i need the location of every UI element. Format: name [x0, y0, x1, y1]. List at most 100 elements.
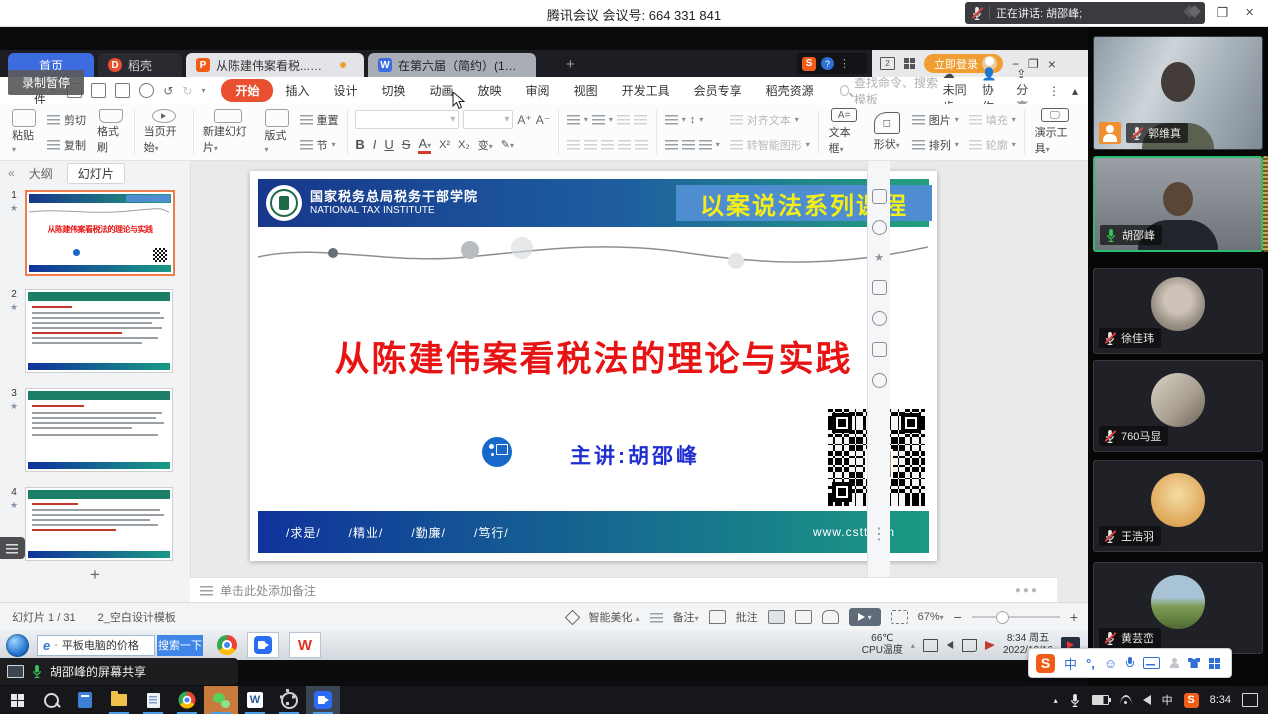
wifi-icon[interactable] [1120, 695, 1132, 706]
sogou-toolbar[interactable]: S 中 °, ☺ [1028, 648, 1232, 678]
underline-button[interactable]: U [384, 137, 393, 152]
more-menu-icon[interactable]: ⋮ [1048, 84, 1060, 98]
undo-icon[interactable]: ↺ [163, 84, 173, 98]
toolbox-icon[interactable] [1209, 658, 1220, 669]
align-left-icon[interactable] [567, 139, 580, 150]
align-text-button[interactable]: 对齐文本▾ [730, 112, 810, 128]
thumbnail[interactable] [25, 487, 173, 561]
merge-icon[interactable] [699, 139, 712, 150]
tab-docer[interactable]: D 稻壳 [98, 53, 182, 77]
print-icon[interactable] [115, 83, 130, 98]
paste-button[interactable]: 粘贴▾ [6, 108, 42, 156]
zoom-out-button[interactable]: − [954, 609, 962, 625]
menu-home[interactable]: 开始 [221, 79, 273, 102]
export-icon[interactable] [91, 83, 106, 98]
chrome-icon[interactable] [217, 635, 237, 655]
help-panel-icon[interactable] [872, 373, 887, 388]
strikethrough-button[interactable]: S [402, 137, 411, 152]
add-slide-button[interactable]: + [0, 565, 190, 585]
section-button[interactable]: 节▾ [300, 137, 339, 153]
tray-chevron-icon[interactable]: ▴ [1054, 696, 1058, 705]
action-flag-icon[interactable] [985, 641, 995, 650]
tray-mic-icon[interactable] [1069, 693, 1081, 708]
menu-review[interactable]: 审阅 [514, 79, 562, 102]
reading-view-button[interactable] [822, 610, 839, 624]
tab-outline[interactable]: 大纲 [29, 165, 53, 182]
notepad-button[interactable] [136, 686, 170, 714]
ime-indicator[interactable]: 中 [1162, 692, 1173, 708]
speaker-icon[interactable] [1143, 695, 1151, 705]
format-painter-button[interactable]: 格式刷 [91, 108, 131, 156]
splitter-dots[interactable]: ●●● [1015, 585, 1039, 596]
thumbnail[interactable] [25, 388, 173, 472]
properties-icon[interactable] [872, 189, 887, 204]
favorite-icon[interactable]: ★ [874, 251, 884, 264]
menu-member[interactable]: 会员专享 [682, 79, 754, 102]
distribute-icon[interactable] [635, 139, 648, 150]
participant-tile[interactable]: 徐佳玮 [1093, 268, 1263, 354]
sorter-view-button[interactable] [795, 610, 812, 624]
normal-view-button[interactable] [768, 610, 785, 624]
layout-button[interactable]: 版式▾ [259, 108, 295, 156]
sogou-logo-icon[interactable]: S [1036, 654, 1055, 673]
account-icon[interactable] [1169, 658, 1179, 668]
fit-window-icon[interactable] [891, 610, 908, 624]
arrange-button[interactable]: 排列▾ [912, 137, 959, 153]
meeting-taskbar-button[interactable] [306, 686, 340, 714]
italic-button[interactable]: I [373, 137, 377, 152]
volume-tray-icon[interactable] [947, 641, 953, 649]
address-search-box[interactable]: e - 平板电脑的价格 [37, 635, 155, 656]
highlight-button[interactable]: ✎▾ [501, 138, 514, 151]
fill-button[interactable]: 填充▾ [969, 112, 1016, 128]
collapse-panel-icon[interactable]: « [8, 166, 15, 180]
panel-icon[interactable] [872, 280, 887, 295]
picture-button[interactable]: 图片▾ [912, 112, 959, 128]
wechat-button[interactable] [204, 686, 238, 714]
tab-presentation[interactable]: P 从陈建伟案看税...论与实践(1) [186, 53, 364, 77]
grow-font-button[interactable]: A⁺ [517, 113, 531, 127]
menu-view[interactable]: 视图 [562, 79, 610, 102]
strip-more-icon[interactable]: ⋮ [871, 524, 887, 544]
voice-input-icon[interactable] [1126, 657, 1134, 669]
tray-expand-icon[interactable]: ▴ [911, 641, 915, 650]
start-button[interactable] [0, 686, 34, 714]
restore-window-button[interactable]: ❐ [1216, 4, 1228, 22]
meeting-sidebar-toggle[interactable] [0, 537, 25, 559]
slide-thumb-3[interactable]: 3★ [6, 388, 173, 472]
thumbnail[interactable]: 从陈建伟案看税法的理论与实践 [25, 190, 175, 276]
command-search[interactable]: 查找命令、搜索模板 [840, 74, 943, 108]
thumbnail[interactable] [25, 289, 173, 373]
input-mode-indicator[interactable]: 中 [1064, 654, 1077, 673]
font-family-select[interactable]: ▾ [355, 110, 459, 129]
participant-tile[interactable]: 胡邵峰 [1093, 156, 1263, 252]
keyboard-icon[interactable] [1143, 657, 1160, 669]
word-button[interactable]: W [238, 686, 272, 714]
slide-thumb-1[interactable]: 1★ 从陈建伟案看税法的理论与实践 [6, 190, 175, 276]
workspace-grid-icon[interactable] [904, 58, 915, 69]
edit-area[interactable]: 国家税务总局税务干部学院 NATIONAL TAX INSTITUTE 以案说法… [190, 161, 1057, 577]
skin-icon[interactable] [1188, 658, 1200, 668]
line-spacing-icon[interactable]: ↕ [690, 114, 696, 126]
chrome-button[interactable] [170, 686, 204, 714]
play-from-current-button[interactable]: 当页开始▾ [138, 108, 190, 156]
menu-docer-res[interactable]: 稻壳资源 [754, 79, 826, 102]
font-size-select[interactable]: ▾ [463, 110, 513, 129]
network-tray-icon[interactable] [962, 639, 977, 652]
zoom-slider[interactable] [972, 616, 1060, 618]
battery-icon[interactable] [1092, 695, 1109, 705]
explorer-button[interactable] [102, 686, 136, 714]
para-spacing-icon[interactable] [665, 139, 678, 150]
columns-icon[interactable] [682, 139, 695, 150]
start-orb-icon[interactable] [6, 634, 29, 657]
object-icon[interactable] [872, 220, 887, 235]
wps-shortcut[interactable]: W [289, 632, 321, 658]
font-color-button[interactable]: A▾ [418, 136, 431, 154]
close-window-button[interactable]: × [1245, 4, 1254, 22]
tab-slides[interactable]: 幻灯片 [67, 163, 125, 184]
clipboard-tray-icon[interactable] [923, 639, 938, 652]
settings-button[interactable] [272, 686, 306, 714]
tab-document[interactable]: W 在第六届（简约）(1).docx [368, 53, 536, 77]
align-right-icon[interactable] [601, 139, 614, 150]
cut-button[interactable]: 剪切 [47, 112, 86, 128]
calculator-button[interactable] [68, 686, 102, 714]
